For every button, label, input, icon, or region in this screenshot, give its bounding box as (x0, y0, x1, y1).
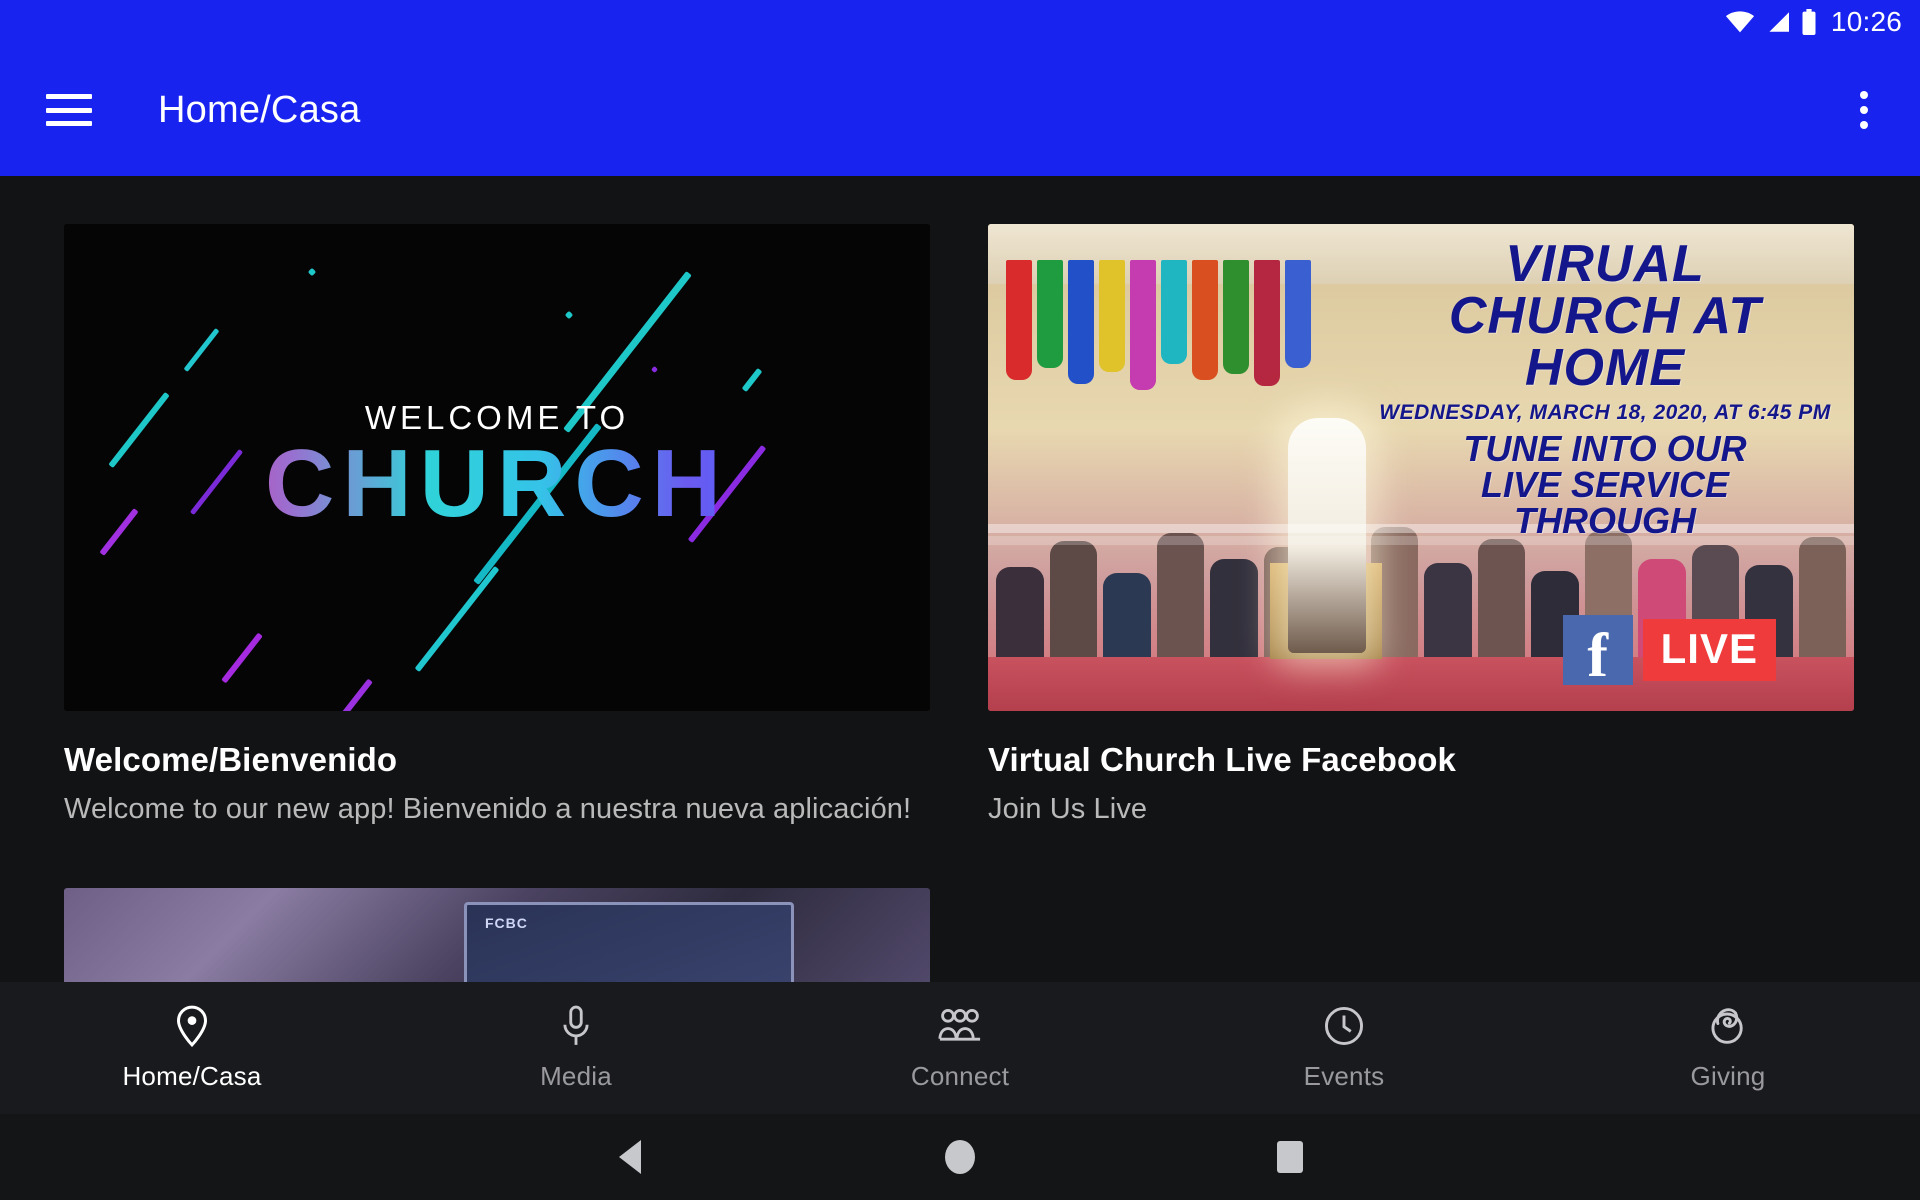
app-screen: 10:26 Home/Casa WELCOME TO CHURCH Welcom… (0, 0, 1920, 1200)
virtual-church-at-home-facebook-live-banner: VIRUAL CHURCH AT HOME WEDNESDAY, MARCH 1… (988, 224, 1854, 711)
poster-line-5: LIVE SERVICE (1480, 464, 1730, 505)
system-back-button[interactable] (465, 1140, 795, 1174)
system-navigation-bar (0, 1114, 1920, 1200)
location-pin-icon (174, 1005, 210, 1047)
tab-giving-label: Giving (1690, 1060, 1766, 1091)
welcome-to-church-banner: WELCOME TO CHURCH (64, 224, 930, 711)
bottom-navigation-bar: Home/Casa Media Connect Events Giving (0, 982, 1920, 1114)
tab-events-label: Events (1303, 1060, 1385, 1091)
tab-home-casa-label: Home/Casa (122, 1060, 262, 1091)
poster-line-3: HOME (1525, 339, 1685, 397)
people-group-icon (937, 1005, 983, 1047)
tab-media[interactable]: Media (384, 1005, 768, 1092)
tab-connect-label: Connect (910, 1060, 1010, 1091)
microphone-icon (559, 1005, 593, 1047)
card-virtual-church-subtitle: Join Us Live (988, 793, 1148, 825)
banner-church-text: CHURCH (64, 429, 930, 539)
recents-square-icon (1277, 1141, 1303, 1173)
system-home-button[interactable] (795, 1140, 1125, 1174)
back-triangle-icon (619, 1140, 641, 1174)
more-vertical-icon[interactable] (1860, 91, 1870, 129)
tab-media-label: Media (540, 1060, 612, 1091)
card-virtual-church-thumbnail[interactable]: VIRUAL CHURCH AT HOME WEDNESDAY, MARCH 1… (988, 224, 1854, 711)
card-welcome-thumbnail[interactable]: WELCOME TO CHURCH (64, 224, 930, 711)
facebook-live-badges: f LIVE (1562, 615, 1776, 690)
wifi-icon (1725, 11, 1755, 33)
tab-home-casa[interactable]: Home/Casa (0, 1005, 384, 1092)
content-scroll-area[interactable]: WELCOME TO CHURCH Welcome/Bienvenido Wel… (0, 176, 1920, 998)
giving-hand-icon (1708, 1005, 1748, 1047)
battery-icon (1801, 9, 1817, 35)
app-bar: Home/Casa (0, 44, 1920, 176)
system-recents-button[interactable] (1125, 1141, 1455, 1173)
card-virtual-church-title: Virtual Church Live Facebook (988, 741, 1456, 778)
poster-date: WEDNESDAY, MARCH 18, 2020, AT 6:45 PM (1379, 401, 1831, 424)
presentation-screen-label: FCBC (485, 915, 528, 931)
status-bar: 10:26 (0, 0, 1920, 44)
tab-giving[interactable]: Giving (1536, 1005, 1920, 1092)
card-virtual-church[interactable]: VIRUAL CHURCH AT HOME WEDNESDAY, MARCH 1… (988, 224, 1854, 826)
card-welcome[interactable]: WELCOME TO CHURCH Welcome/Bienvenido Wel… (64, 224, 930, 826)
tab-connect[interactable]: Connect (768, 1005, 1152, 1092)
poster-line-6: THROUGH (1514, 500, 1696, 541)
clock-icon (1324, 1005, 1364, 1047)
page-title: Home/Casa (158, 88, 361, 131)
status-bar-clock: 10:26 (1830, 6, 1902, 37)
tab-events[interactable]: Events (1152, 1005, 1536, 1092)
facebook-glyph: f (1587, 621, 1608, 690)
flags-decor (1006, 260, 1316, 410)
poster-line-2: CHURCH AT (1448, 287, 1762, 345)
poster-line-1: VIRUAL (1505, 235, 1705, 293)
card-welcome-subtitle: Welcome to our new app! Bienvenido a nue… (64, 793, 912, 825)
live-badge: LIVE (1642, 619, 1776, 681)
facebook-icon: f (1562, 615, 1633, 690)
poster-line-4: TUNE INTO OUR (1463, 428, 1747, 469)
home-circle-icon (945, 1140, 975, 1174)
card-welcome-title: Welcome/Bienvenido (64, 741, 398, 778)
hamburger-menu-icon[interactable] (46, 94, 92, 126)
poster-text-block: VIRUAL CHURCH AT HOME WEDNESDAY, MARCH 1… (1370, 238, 1840, 539)
cards-row: WELCOME TO CHURCH Welcome/Bienvenido Wel… (0, 176, 1920, 826)
cellular-signal-icon (1765, 11, 1791, 33)
